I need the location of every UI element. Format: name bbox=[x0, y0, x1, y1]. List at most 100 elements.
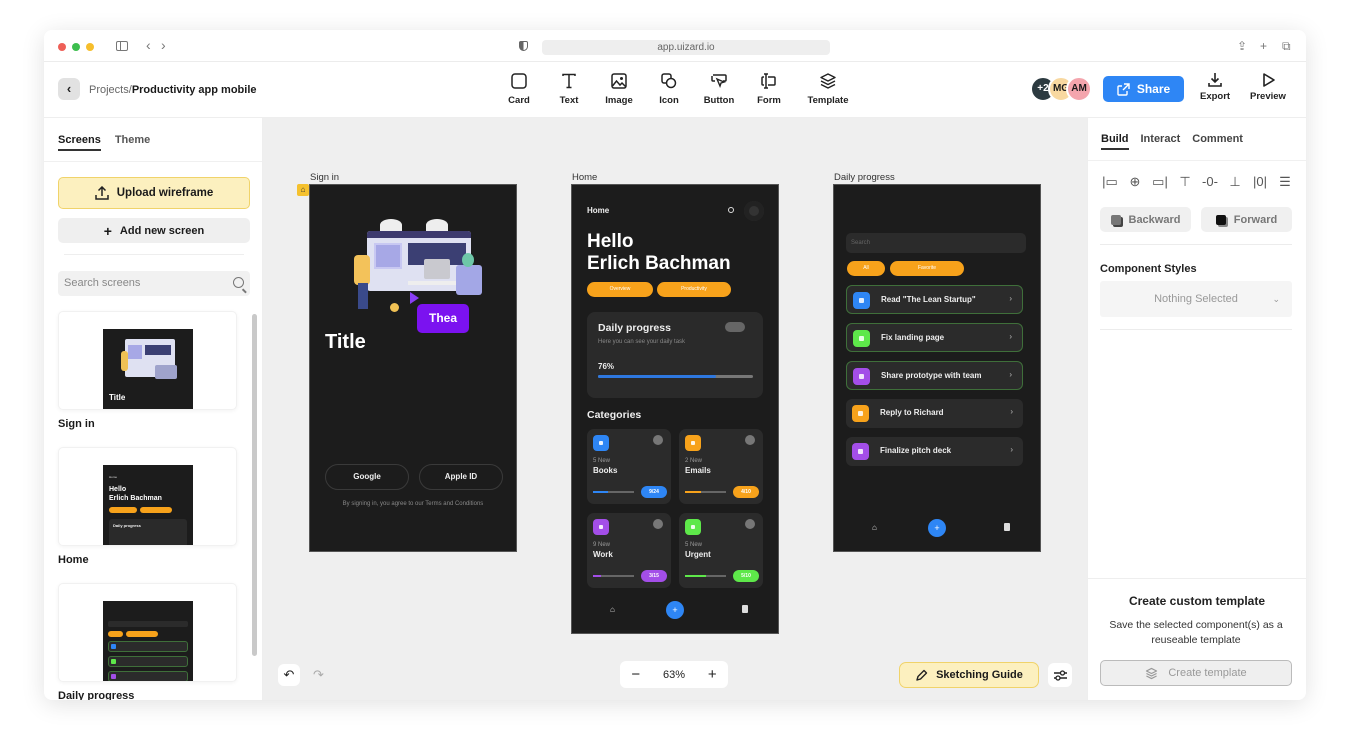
share-button[interactable]: Share bbox=[1103, 76, 1184, 102]
redo-button[interactable]: ↷ bbox=[313, 664, 324, 686]
privacy-shield-icon[interactable] bbox=[519, 41, 528, 51]
button-icon bbox=[711, 74, 727, 88]
tool-card[interactable]: Card bbox=[494, 70, 544, 106]
search-icon[interactable] bbox=[728, 207, 734, 213]
upload-wireframe-button[interactable]: Upload wireframe bbox=[58, 177, 250, 209]
screen-name[interactable]: Daily progress bbox=[58, 690, 134, 700]
breadcrumb: Projects/Productivity app mobile bbox=[89, 84, 257, 96]
bring-forward-button[interactable]: Forward bbox=[1201, 207, 1292, 232]
task-item[interactable]: Fix landing page › bbox=[846, 323, 1023, 352]
daily-progress-card[interactable]: Daily progress Here you can see your dai… bbox=[587, 312, 763, 398]
sidebar-toggle-icon[interactable] bbox=[116, 41, 128, 51]
breadcrumb-projects[interactable]: Projects bbox=[89, 84, 129, 96]
tab-interact[interactable]: Interact bbox=[1141, 133, 1181, 150]
home-icon[interactable]: ⌂ bbox=[610, 605, 615, 614]
category-card[interactable]: 2 New Emails 4/10 bbox=[679, 429, 763, 504]
task-item[interactable]: Reply to Richard › bbox=[846, 399, 1023, 428]
settings-sliders-button[interactable] bbox=[1048, 663, 1072, 687]
browser-forward-button[interactable]: › bbox=[161, 37, 166, 53]
frame-label[interactable]: Daily progress bbox=[834, 172, 895, 183]
zoom-out-button[interactable]: − bbox=[631, 666, 640, 683]
screen-thumbnail-home[interactable]: Home Hello Erlich Bachman Daily progress bbox=[58, 447, 237, 546]
browser-back-button[interactable]: ‹ bbox=[146, 37, 151, 53]
tab-comment[interactable]: Comment bbox=[1192, 133, 1243, 150]
screen-name[interactable]: Sign in bbox=[58, 418, 95, 430]
tool-button[interactable]: Button bbox=[694, 70, 744, 106]
share-icon[interactable]: ⇪ bbox=[1237, 39, 1247, 53]
undo-button[interactable]: ↶ bbox=[278, 664, 300, 686]
category-card[interactable]: 5 New Books 9/24 bbox=[587, 429, 671, 504]
task-item[interactable]: Share prototype with team › bbox=[846, 361, 1023, 390]
tool-template[interactable]: Template bbox=[794, 70, 862, 106]
close-window-button[interactable] bbox=[58, 43, 66, 51]
screen-thumbnail-daily-progress[interactable] bbox=[58, 583, 237, 682]
home-icon[interactable]: ⌂ bbox=[872, 523, 877, 532]
search-screens-input[interactable]: Search screens bbox=[58, 271, 250, 296]
zoom-in-button[interactable]: + bbox=[708, 666, 717, 683]
align-center-v-icon[interactable]: -0- bbox=[1202, 174, 1218, 190]
thumb-hello: Hello bbox=[109, 486, 127, 493]
component-styles-select[interactable]: Nothing Selected ⌄ bbox=[1100, 281, 1292, 317]
tool-icon[interactable]: Icon bbox=[644, 70, 694, 106]
category-card[interactable]: 9 New Work 3/15 bbox=[587, 513, 671, 588]
frame-label[interactable]: Home bbox=[572, 172, 597, 183]
add-button[interactable]: + bbox=[928, 519, 946, 537]
apple-signin-button[interactable]: Apple ID bbox=[419, 464, 503, 490]
frame-label[interactable]: Sign in bbox=[310, 172, 339, 183]
design-canvas[interactable]: Sign in ⌂ Thea Title Google Apple ID By … bbox=[263, 118, 1087, 700]
task-item[interactable]: Finalize pitch deck › bbox=[846, 437, 1023, 466]
tool-form[interactable]: Form bbox=[744, 70, 794, 106]
frame-home[interactable]: Home Hello Erlich Bachman Overview Produc… bbox=[571, 184, 779, 634]
task-search-input[interactable]: Search bbox=[846, 233, 1026, 253]
tab-screens[interactable]: Screens bbox=[58, 134, 101, 151]
category-card[interactable]: 5 New Urgent 5/10 bbox=[679, 513, 763, 588]
thumb-dp: Daily progress bbox=[113, 523, 141, 528]
pill-all[interactable]: All bbox=[847, 261, 885, 276]
preview-button[interactable]: Preview bbox=[1250, 72, 1286, 102]
align-left-icon[interactable]: |▭ bbox=[1102, 174, 1118, 190]
tool-image[interactable]: Image bbox=[594, 70, 644, 106]
distribute-v-icon[interactable]: ☰ bbox=[1277, 174, 1293, 190]
tool-text[interactable]: Text bbox=[544, 70, 594, 106]
zoom-level[interactable]: 63% bbox=[663, 669, 685, 681]
pill-productivity[interactable]: Productivity bbox=[657, 282, 731, 297]
frame-signin[interactable]: Thea Title Google Apple ID By signing in… bbox=[309, 184, 517, 552]
search-icon[interactable] bbox=[233, 277, 244, 288]
screen-name[interactable]: Home bbox=[58, 554, 89, 566]
add-button[interactable]: + bbox=[666, 601, 684, 619]
address-bar[interactable]: app.uizard.io bbox=[542, 40, 830, 55]
send-backward-button[interactable]: Backward bbox=[1100, 207, 1191, 232]
avatar[interactable] bbox=[744, 201, 764, 221]
pill-favorite[interactable]: Favorite bbox=[890, 261, 964, 276]
screen-thumbnail-signin[interactable]: Title bbox=[58, 311, 237, 410]
zoom-window-button[interactable] bbox=[86, 43, 94, 51]
new-tab-icon[interactable]: + bbox=[1260, 39, 1267, 53]
align-right-icon[interactable]: ▭| bbox=[1152, 174, 1168, 190]
clipboard-icon[interactable] bbox=[1004, 523, 1010, 531]
pill-overview[interactable]: Overview bbox=[587, 282, 653, 297]
align-top-icon[interactable]: ⊤ bbox=[1177, 174, 1193, 190]
sketching-guide-button[interactable]: Sketching Guide bbox=[899, 662, 1039, 688]
task-item[interactable]: Read "The Lean Startup" › bbox=[846, 285, 1023, 314]
frame-daily-progress[interactable]: Search All Favorite Read "The Lean Start… bbox=[833, 184, 1041, 552]
create-template-button[interactable]: Create template bbox=[1100, 660, 1292, 686]
tabs-overview-icon[interactable]: ⧉ bbox=[1282, 39, 1291, 54]
avatar[interactable]: AM bbox=[1066, 76, 1092, 102]
clipboard-icon[interactable] bbox=[742, 605, 748, 613]
distribute-h-icon[interactable]: |0| bbox=[1252, 174, 1268, 190]
dp-progress-track bbox=[598, 375, 753, 378]
collaborator-avatars[interactable]: +2 MG AM bbox=[1030, 76, 1092, 102]
back-button[interactable]: ‹ bbox=[58, 78, 80, 100]
tab-build[interactable]: Build bbox=[1101, 133, 1129, 150]
minimize-window-button[interactable] bbox=[72, 43, 80, 51]
search-placeholder: Search screens bbox=[64, 277, 141, 289]
align-bottom-icon[interactable]: ⊥ bbox=[1227, 174, 1243, 190]
avatar bbox=[745, 435, 755, 445]
tool-label: Form bbox=[757, 95, 781, 106]
export-button[interactable]: Export bbox=[1200, 72, 1230, 102]
align-center-h-icon[interactable]: ⊕ bbox=[1127, 174, 1143, 190]
google-signin-button[interactable]: Google bbox=[325, 464, 409, 490]
add-screen-button[interactable]: + Add new screen bbox=[58, 218, 250, 243]
tab-theme[interactable]: Theme bbox=[115, 134, 150, 151]
screens-scrollbar[interactable] bbox=[252, 314, 257, 656]
